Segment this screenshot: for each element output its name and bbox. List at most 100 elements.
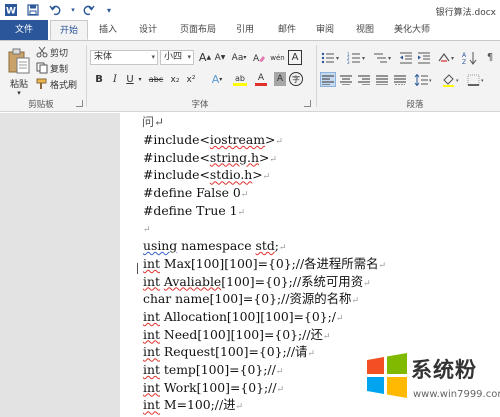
- code-text: >: [252, 167, 263, 183]
- character-border-icon: A: [291, 52, 299, 63]
- numbering-button[interactable]: 1 2 3 ▾: [346, 50, 368, 65]
- shrink-font-button[interactable]: A ▼: [213, 50, 227, 65]
- character-border-button[interactable]: A: [288, 50, 302, 65]
- code-line: #define True 1↵: [143, 202, 386, 220]
- font-size-dropdown-icon[interactable]: ▾: [187, 51, 191, 64]
- svg-text:3: 3: [347, 60, 350, 64]
- justify-button[interactable]: [374, 72, 390, 87]
- change-case-button[interactable]: Aa ▾: [229, 50, 249, 65]
- code-text: int: [143, 326, 160, 342]
- subscript-button[interactable]: x₂: [168, 72, 182, 87]
- svg-text:▾: ▾: [456, 78, 459, 84]
- borders-icon: ▾: [467, 74, 484, 86]
- clear-formatting-button[interactable]: A: [251, 50, 267, 65]
- undo-dropdown-icon[interactable]: ▾: [66, 3, 80, 17]
- code-text: Allocation[100][100]={0};/: [159, 308, 336, 324]
- tab-mailings[interactable]: 邮件: [270, 20, 304, 40]
- code-text: #define True 1: [143, 202, 238, 218]
- underline-button[interactable]: U: [124, 72, 136, 87]
- text-effects-button[interactable]: A ▾: [208, 72, 226, 87]
- paragraph-group-label: 段落: [406, 100, 424, 110]
- multilevel-list-icon: ▾: [374, 53, 391, 62]
- strikethrough-button[interactable]: abc: [146, 72, 166, 87]
- paste-dropdown-icon[interactable]: ▾: [10, 89, 28, 97]
- paste-button[interactable]: 粘贴: [6, 77, 32, 90]
- tab-insert[interactable]: 插入: [90, 20, 126, 40]
- font-name-combo[interactable]: 宋体 ▾: [90, 50, 158, 65]
- copy-button[interactable]: 复制: [36, 61, 68, 75]
- paragraph-mark-icon: ↵: [237, 207, 246, 218]
- character-shading-button[interactable]: A: [274, 72, 286, 86]
- distributed-button[interactable]: [392, 72, 408, 87]
- previous-page-fragment: 问↵: [142, 115, 165, 129]
- tab-home[interactable]: 开始: [50, 20, 88, 40]
- superscript-button[interactable]: x²: [184, 72, 198, 87]
- sort-button[interactable]: AZ: [460, 50, 480, 65]
- undo-icon[interactable]: [48, 3, 62, 17]
- enclose-characters-icon: 字: [292, 74, 300, 84]
- code-text: Max[100][100]={0};//各进程所需名: [159, 255, 379, 271]
- increase-indent-button[interactable]: [416, 50, 432, 65]
- paste-icon[interactable]: [6, 45, 32, 77]
- bold-button[interactable]: B: [92, 72, 106, 87]
- align-right-icon: [358, 75, 370, 85]
- tab-design[interactable]: 设计: [130, 20, 166, 40]
- cut-button[interactable]: 剪切: [36, 45, 68, 59]
- format-painter-button[interactable]: 格式刷: [36, 77, 77, 91]
- decrease-indent-icon: [400, 52, 412, 63]
- tab-beautify-master[interactable]: 美化大师: [386, 20, 438, 40]
- font-group-label: 字体: [191, 100, 209, 110]
- chinese-layout-button[interactable]: ▾: [436, 50, 458, 65]
- align-center-button[interactable]: [338, 72, 354, 87]
- tab-view[interactable]: 视图: [348, 20, 382, 40]
- paragraph-mark-icon: ↵: [322, 331, 331, 342]
- tab-page-layout[interactable]: 页面布局: [170, 20, 226, 40]
- highlight-button[interactable]: ab: [230, 72, 250, 87]
- phonetic-guide-button[interactable]: wén: [269, 50, 286, 65]
- site-watermark: 系统粉 www.win7999.com: [353, 342, 500, 417]
- tab-review[interactable]: 审阅: [308, 20, 342, 40]
- code-text-body[interactable]: #include<iostream>↵ #include<string.h>↵ #i…: [143, 131, 386, 414]
- show-formatting-marks-icon[interactable]: ¶: [482, 50, 498, 65]
- code-text: Request[100]={0};//请: [159, 344, 308, 360]
- code-line: int Max[100][100]={0};//各进程所需名↵: [143, 255, 386, 273]
- svg-text:▾: ▾: [362, 55, 365, 62]
- font-dialog-launcher-icon[interactable]: [304, 100, 311, 107]
- ribbon-tabs: 文件 开始 插入 设计 页面布局 引用 邮件 审阅 视图 美化大师: [0, 20, 500, 40]
- copy-icon: [36, 62, 48, 74]
- font-color-button[interactable]: A: [252, 72, 270, 87]
- customize-quick-access-icon[interactable]: ▾: [102, 3, 116, 17]
- font-size-combo[interactable]: 小四 ▾: [160, 50, 194, 65]
- paragraph-mark-icon: ↵: [262, 172, 271, 183]
- word-icon[interactable]: W: [4, 3, 18, 17]
- line-spacing-icon: ▾: [414, 73, 432, 86]
- decrease-indent-button[interactable]: [398, 50, 414, 65]
- borders-button[interactable]: ▾: [466, 72, 488, 87]
- tab-file[interactable]: 文件: [0, 20, 48, 40]
- paragraph-shading-button[interactable]: ▾: [440, 72, 462, 87]
- save-icon[interactable]: [26, 3, 40, 17]
- bullets-icon: ▾: [321, 52, 339, 63]
- underline-dropdown-icon[interactable]: ▾: [136, 72, 144, 87]
- redo-icon[interactable]: [82, 3, 96, 17]
- align-center-icon: [340, 75, 352, 85]
- enclose-characters-button[interactable]: 字: [289, 72, 303, 86]
- multilevel-list-button[interactable]: ▾: [372, 50, 394, 65]
- bullets-button[interactable]: ▾: [320, 50, 342, 65]
- code-text: <: [199, 167, 210, 183]
- italic-button[interactable]: I: [108, 72, 122, 87]
- align-right-button[interactable]: [356, 72, 372, 87]
- clipboard-dialog-launcher-icon[interactable]: [76, 100, 83, 107]
- grow-font-button[interactable]: A ▲: [198, 50, 212, 65]
- format-painter-icon: [36, 78, 47, 89]
- tab-references[interactable]: 引用: [228, 20, 262, 40]
- watermark-url: www.win7999.com: [413, 389, 500, 400]
- grow-font-icon: A: [198, 51, 207, 64]
- line-spacing-button[interactable]: ▾: [412, 72, 434, 87]
- code-text: #include: [143, 167, 200, 183]
- code-text: std: [255, 238, 275, 254]
- align-left-button[interactable]: [320, 72, 336, 87]
- code-line: int temp[100]={0};//↵: [143, 361, 386, 379]
- font-name-dropdown-icon[interactable]: ▾: [151, 51, 155, 64]
- code-text: M=100;//进: [159, 397, 236, 413]
